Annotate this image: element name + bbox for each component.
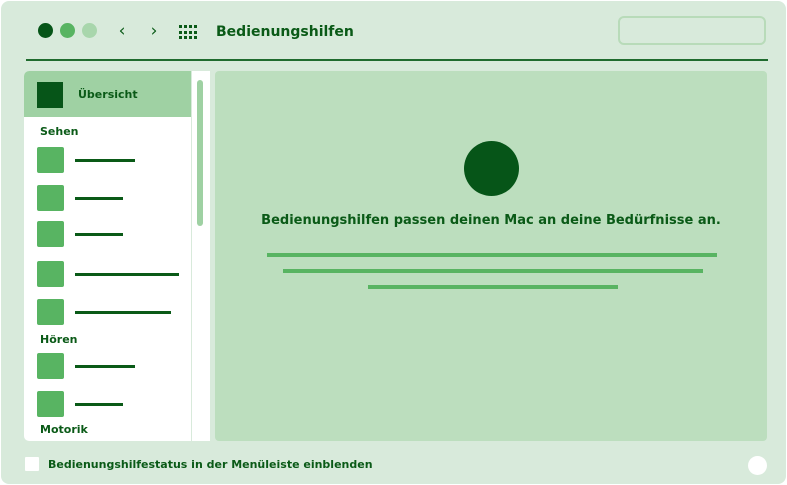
description-line-placeholder — [368, 285, 618, 289]
sidebar-item-overview[interactable]: Übersicht — [24, 71, 191, 117]
sidebar-item-label-placeholder[interactable] — [75, 233, 123, 236]
zoom-button[interactable] — [82, 23, 97, 38]
main-heading: Bedienungshilfen passen deinen Mac an de… — [261, 213, 721, 228]
sidebar-item-label-placeholder[interactable] — [75, 159, 135, 162]
search-input[interactable] — [618, 16, 766, 45]
show-all-grid-icon[interactable] — [179, 25, 197, 39]
sidebar-item-icon[interactable] — [37, 221, 64, 247]
minimize-button[interactable] — [60, 23, 75, 38]
overview-icon — [37, 82, 63, 108]
section-heading-hoeren: Hören — [40, 333, 78, 346]
close-button[interactable] — [38, 23, 53, 38]
sidebar-scrollbar[interactable] — [197, 80, 203, 226]
title-bar: ‹ › Bedienungshilfen — [1, 1, 786, 59]
sidebar-item-label-placeholder[interactable] — [75, 273, 179, 276]
sidebar-item-icon[interactable] — [37, 353, 64, 379]
section-heading-sehen: Sehen — [40, 125, 79, 138]
sidebar-item-icon[interactable] — [37, 261, 64, 287]
sidebar-item-label-placeholder[interactable] — [75, 311, 171, 314]
main-panel: Bedienungshilfen passen deinen Mac an de… — [215, 71, 767, 441]
sidebar-item-icon[interactable] — [37, 299, 64, 325]
description-line-placeholder — [267, 253, 717, 257]
accessibility-icon — [464, 141, 519, 196]
sidebar-item-label-placeholder[interactable] — [75, 365, 135, 368]
sidebar-item-icon[interactable] — [37, 147, 64, 173]
menubar-status-label: Bedienungshilfestatus in der Menüleiste … — [48, 458, 373, 471]
help-button[interactable] — [748, 456, 767, 475]
sidebar-item-label-placeholder[interactable] — [75, 403, 123, 406]
menubar-status-checkbox[interactable] — [25, 457, 39, 471]
window-title: Bedienungshilfen — [216, 24, 354, 40]
chevron-left-icon[interactable]: ‹ — [114, 23, 130, 40]
chevron-right-icon[interactable]: › — [146, 23, 162, 40]
section-heading-motorik: Motorik — [40, 423, 88, 436]
toolbar-divider — [26, 59, 768, 61]
sidebar-item-icon[interactable] — [37, 185, 64, 211]
sidebar: Übersicht Sehen Hören Motorik — [24, 71, 191, 441]
description-line-placeholder — [283, 269, 703, 273]
sidebar-item-label-placeholder[interactable] — [75, 197, 123, 200]
sidebar-item-label: Übersicht — [78, 88, 138, 101]
sidebar-item-icon[interactable] — [37, 391, 64, 417]
